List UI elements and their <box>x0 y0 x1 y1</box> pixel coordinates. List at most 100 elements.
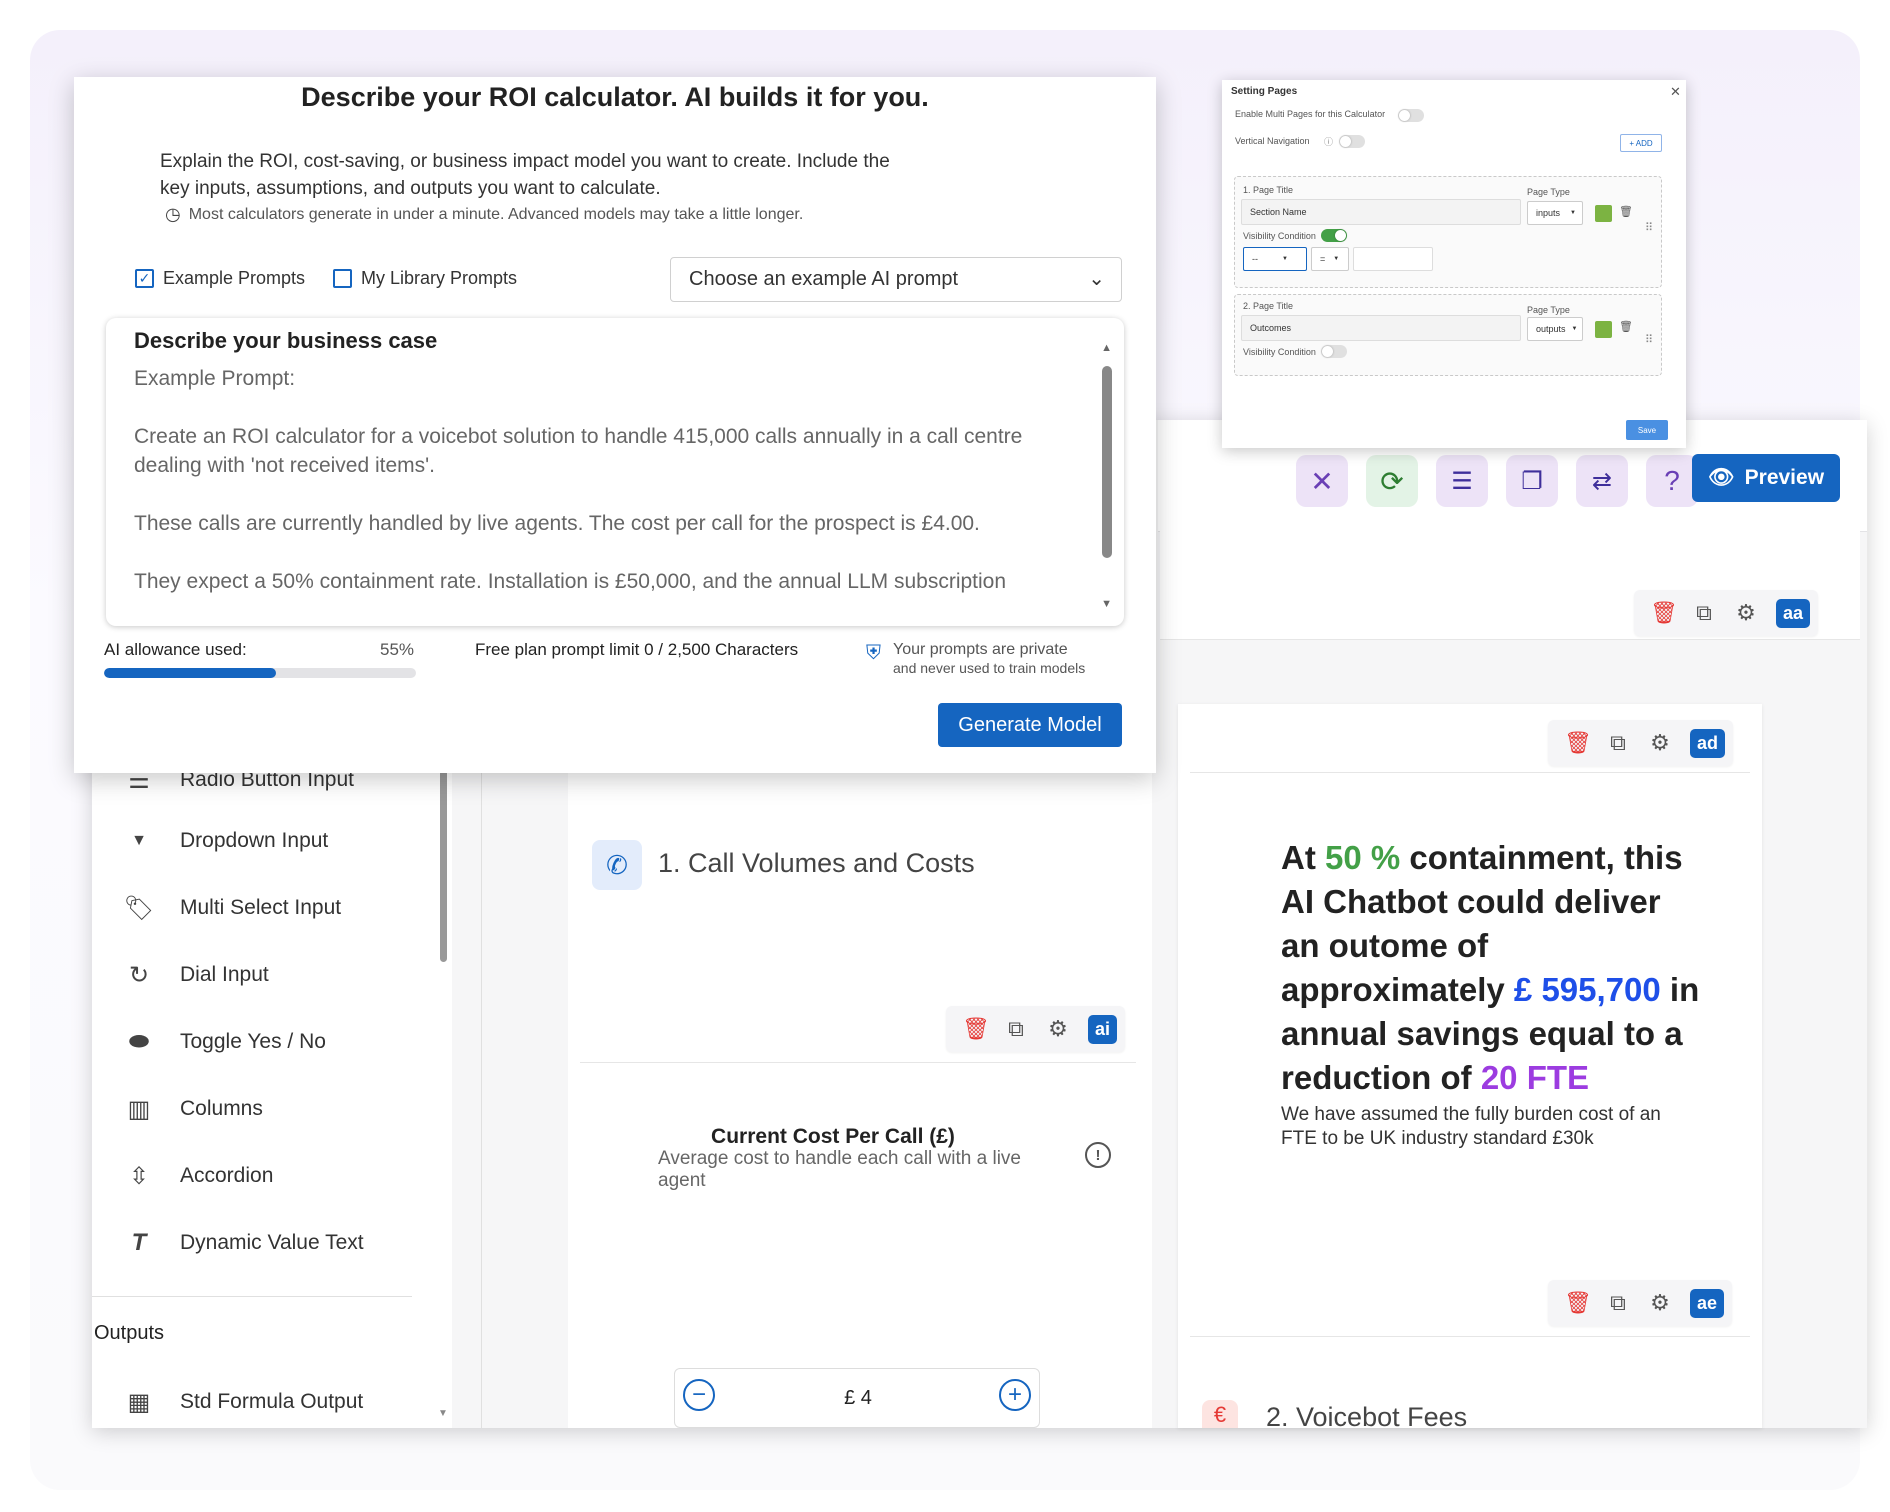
clock-icon: ◷ <box>165 204 181 224</box>
help-icon[interactable]: ? <box>1646 455 1698 507</box>
sidebar-item-accordion[interactable]: ⇳ Accordion <box>122 1156 273 1196</box>
field-description: Average cost to handle each call with a … <box>658 1148 1021 1191</box>
savings-value: £ 595,700 <box>1513 971 1661 1008</box>
condition-field-value: -- <box>1252 254 1258 264</box>
chevron-down-icon: ▼ <box>1333 256 1340 262</box>
element-id-badge: ai <box>1088 1014 1118 1044</box>
textarea-text[interactable]: Example Prompt: Create an ROI calculator… <box>134 364 1084 596</box>
sidebar-item-toggle[interactable]: ⬬ Toggle Yes / No <box>122 1022 326 1062</box>
sidebar-item-dropdown[interactable]: ▼ Dropdown Input <box>122 821 328 861</box>
gear-icon[interactable]: ⚙ <box>1734 600 1758 626</box>
element-id-badge: ad <box>1690 728 1726 758</box>
copy-icon[interactable]: ⧉ <box>1692 600 1716 626</box>
library-icon[interactable]: ❐ <box>1506 455 1558 507</box>
page-type-label: Page Type <box>1527 187 1570 197</box>
gear-icon[interactable]: ⚙ <box>1648 730 1672 756</box>
fees-section-icon: € <box>1202 1400 1238 1428</box>
settings-pages-dialog: Setting Pages ✕ Enable Multi Pages for t… <box>1222 80 1686 448</box>
visibility-toggle[interactable] <box>1321 229 1347 242</box>
roi-summary-text: At 50 % containment, this AI Chatbot cou… <box>1281 836 1701 1100</box>
preview-button[interactable]: 👁 Preview <box>1692 454 1840 502</box>
minus-icon[interactable]: − <box>683 1379 715 1411</box>
modal-title: Describe your ROI calculator. AI builds … <box>301 82 929 112</box>
condition-value-input[interactable] <box>1353 247 1433 271</box>
swap-icon[interactable]: ⇄ <box>1576 455 1628 507</box>
drag-handle-icon[interactable]: ⠿ <box>1645 221 1653 234</box>
page-type-select[interactable]: outputs ▼ <box>1527 317 1583 341</box>
copy-icon[interactable]: ⧉ <box>1606 730 1630 756</box>
shield-icon: ⛨ <box>866 642 881 664</box>
toggle-icon: ⬬ <box>128 1028 150 1055</box>
section-title: 1. Call Volumes and Costs <box>658 848 975 878</box>
sidebar-item-label: Dynamic Value Text <box>180 1231 364 1254</box>
page-title-input[interactable]: Section Name <box>1241 199 1521 225</box>
delete-icon[interactable]: 🗑 <box>1650 600 1678 626</box>
vertical-nav-toggle[interactable] <box>1339 135 1365 148</box>
allowance-progress-bar <box>104 668 416 678</box>
delete-icon[interactable]: 🗑 <box>1564 730 1592 756</box>
scroll-down-arrow[interactable]: ▼ <box>1101 598 1112 610</box>
visibility-label: Visibility Condition <box>1243 231 1316 241</box>
privacy-note: ⛨ Your prompts are private and never use… <box>866 640 1085 678</box>
copy-icon[interactable]: ⧉ <box>1004 1016 1028 1042</box>
sidebar-item-dynamic-text[interactable]: T Dynamic Value Text <box>122 1223 364 1263</box>
condition-field-select[interactable]: -- ▼ <box>1243 247 1307 271</box>
copy-icon[interactable]: ⧉ <box>1606 1290 1630 1316</box>
sidebar-item-dial[interactable]: ↻ Dial Input <box>122 955 269 995</box>
containment-value: 50 % <box>1325 839 1401 876</box>
delete-icon[interactable]: 🗑 <box>1619 320 1633 333</box>
save-button[interactable]: Save <box>1626 420 1668 440</box>
scroll-down-arrow[interactable]: ▼ <box>438 1408 448 1419</box>
sidebar-item-columns[interactable]: ▥ Columns <box>122 1089 263 1129</box>
page-type-select[interactable]: inputs ▼ <box>1527 201 1583 225</box>
color-swatch[interactable] <box>1595 205 1612 222</box>
checkbox-checked-icon: ✓ <box>135 269 154 288</box>
visibility-toggle[interactable] <box>1321 345 1347 358</box>
quantity-stepper: − £ 4 + <box>674 1368 1040 1428</box>
plus-icon[interactable]: + <box>999 1379 1031 1411</box>
color-swatch[interactable] <box>1595 321 1612 338</box>
drag-handle-icon[interactable]: ⠿ <box>1645 333 1653 346</box>
element-id-badge: ae <box>1690 1288 1725 1318</box>
info-icon[interactable]: ! <box>1085 1142 1111 1168</box>
checkbox-label: Example Prompts <box>163 268 306 288</box>
component-sidebar: ☰ Radio Button Input ▼ Dropdown Input 🏷 … <box>92 760 452 1428</box>
chevron-down-icon: ⌄ <box>1088 268 1105 290</box>
generate-model-button[interactable]: Generate Model <box>938 703 1122 747</box>
stepper-value[interactable]: £ 4 <box>725 1369 991 1427</box>
delete-icon[interactable]: 🗑 <box>1564 1290 1592 1316</box>
sidebar-item-std-formula[interactable]: ▦ Std Formula Output <box>122 1382 364 1422</box>
condition-operator-select[interactable]: = ▼ <box>1311 247 1349 271</box>
outputs-heading: Outputs <box>94 1322 165 1344</box>
gear-icon[interactable]: ⚙ <box>1046 1016 1070 1042</box>
preview-label: Preview <box>1744 466 1825 489</box>
add-page-button[interactable]: + ADD <box>1620 134 1662 152</box>
example-prompt-select[interactable]: Choose an example AI prompt ⌄ <box>670 257 1122 302</box>
fte-value: 20 FTE <box>1480 1059 1590 1096</box>
business-case-textarea[interactable]: Describe your business case Example Prom… <box>106 318 1124 626</box>
example-prompts-checkbox[interactable]: ✓ Example Prompts <box>135 268 305 289</box>
page-type-value: outputs <box>1536 324 1566 334</box>
sync-icon[interactable]: ⟳ <box>1366 455 1418 507</box>
info-icon: ⓘ <box>1324 137 1334 147</box>
sidebar-scrollbar[interactable] <box>440 770 447 962</box>
close-icon[interactable]: ✕ <box>1670 84 1681 100</box>
eye-icon: 👁 <box>1707 466 1735 489</box>
delete-icon[interactable]: 🗑 <box>962 1016 990 1042</box>
textarea-label: Describe your business case <box>134 328 438 353</box>
gear-icon[interactable]: ⚙ <box>1648 1290 1672 1316</box>
page-title-input[interactable]: Outcomes <box>1241 315 1521 341</box>
multi-pages-label: Enable Multi Pages for this Calculator <box>1235 109 1386 119</box>
library-prompts-checkbox[interactable]: My Library Prompts <box>333 268 517 289</box>
multi-pages-toggle[interactable] <box>1398 109 1424 122</box>
scroll-up-arrow[interactable]: ▲ <box>1101 342 1112 354</box>
close-icon[interactable]: ✕ <box>1296 455 1348 507</box>
modal-description: Explain the ROI, cost-saving, or busines… <box>160 151 890 199</box>
delete-icon[interactable]: 🗑 <box>1619 205 1633 218</box>
divider <box>580 1062 1136 1063</box>
sidebar-item-multi-select[interactable]: 🏷 Multi Select Input <box>122 888 341 928</box>
tag-icon: 🏷 <box>123 894 155 922</box>
layout-icon[interactable]: ☰ <box>1436 455 1488 507</box>
sidebar-border <box>481 760 482 1428</box>
textarea-scrollbar[interactable] <box>1102 366 1112 558</box>
